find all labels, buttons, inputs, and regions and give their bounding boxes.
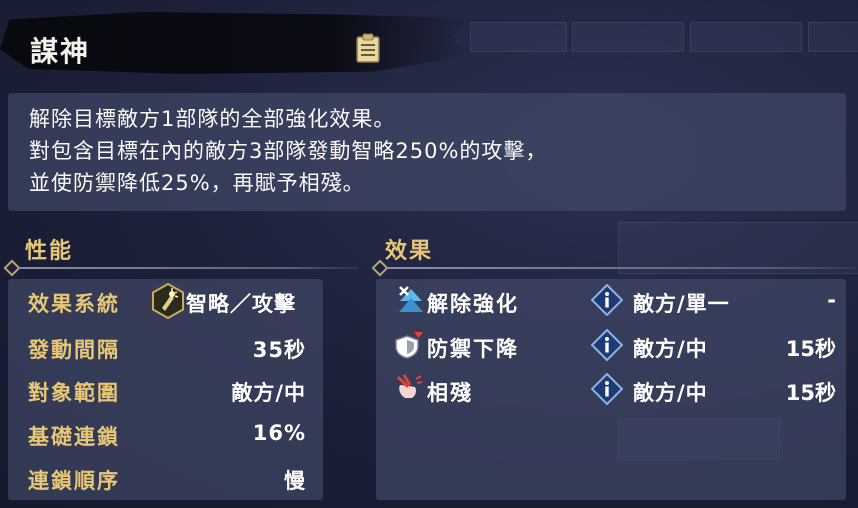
effect-duration: 15秒 xyxy=(785,337,836,361)
effect-duration: 15秒 xyxy=(785,381,836,405)
perf-value: 慢 xyxy=(284,469,306,493)
effect-target: 敵方/單一 xyxy=(633,292,730,316)
effect-target: 敵方/中 xyxy=(633,381,708,405)
effect-duration: - xyxy=(827,288,836,312)
description-line: 對包含目標在內的敵方3部隊發動智略250%的攻擊， xyxy=(29,139,548,163)
perf-value: 智略／攻擊 xyxy=(186,292,296,316)
strategy-attack-icon xyxy=(152,283,184,319)
section-divider xyxy=(17,267,357,269)
description-line: 並使防禦降低25%，再賦予相殘。 xyxy=(29,171,365,195)
section-divider xyxy=(385,267,855,269)
info-icon[interactable] xyxy=(591,373,623,405)
effects-heading: 效果 xyxy=(385,239,434,264)
background-tab xyxy=(690,22,802,52)
description-line: 解除目標敵方1部隊的全部強化效果。 xyxy=(29,107,396,131)
perf-label: 連鎖順序 xyxy=(28,469,120,493)
background-tab xyxy=(470,22,567,52)
perf-value: 敵方/中 xyxy=(231,381,306,405)
skill-title: 謀神 xyxy=(30,35,91,68)
clipboard-icon[interactable] xyxy=(355,33,381,63)
infighting-icon xyxy=(396,374,423,398)
effect-name: 防禦下降 xyxy=(427,337,519,361)
effect-target: 敵方/中 xyxy=(633,337,708,361)
background-tab xyxy=(808,22,858,52)
perf-label: 基礎連鎖 xyxy=(28,425,120,449)
background-tab xyxy=(572,22,684,52)
perf-value: 16% xyxy=(252,421,306,445)
performance-heading: 性能 xyxy=(25,239,74,264)
perf-value: 35秒 xyxy=(252,338,306,362)
perf-label: 對象範圍 xyxy=(28,381,120,405)
perf-label: 效果系統 xyxy=(28,292,120,316)
info-icon[interactable] xyxy=(591,329,623,361)
buff-removal-icon xyxy=(399,286,423,312)
defense-down-icon xyxy=(395,332,423,359)
skill-description: 解除目標敵方1部隊的全部強化效果。 對包含目標在內的敵方3部隊發動智略250%的… xyxy=(8,93,846,211)
effect-name: 解除強化 xyxy=(427,292,519,316)
effect-name: 相殘 xyxy=(427,381,473,405)
info-icon[interactable] xyxy=(591,284,623,316)
perf-label: 發動間隔 xyxy=(28,338,120,362)
